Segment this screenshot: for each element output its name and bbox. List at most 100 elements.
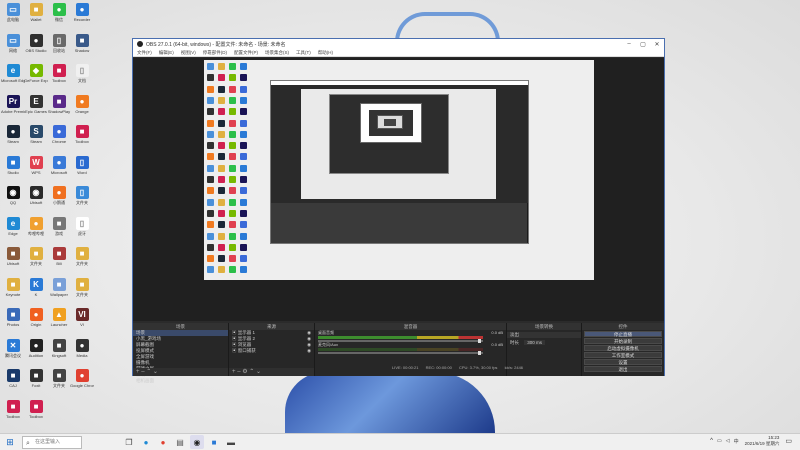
app-taskbar-icon[interactable]: ▬ (224, 435, 238, 449)
notification-icon[interactable]: ▭ (785, 437, 792, 445)
desktop-icon[interactable]: ● Media (70, 338, 94, 358)
desktop-icon[interactable]: ● Audition (24, 338, 48, 358)
down-icon[interactable]: ⌄ (153, 369, 158, 375)
menu-item[interactable]: 配置文件(P) (234, 50, 258, 56)
edge-taskbar-icon[interactable]: ● (139, 435, 153, 449)
close-icon[interactable]: ✕ (650, 41, 664, 48)
menu-item[interactable]: 帮助(H) (318, 50, 333, 56)
source-item[interactable]: ▣ 窗口捕获 ◉ (229, 348, 314, 354)
remove-icon[interactable]: – (141, 369, 144, 375)
desktop-icon[interactable]: ● OBS Studio (24, 33, 48, 53)
desktop-icon[interactable]: ■ Studio (1, 155, 25, 175)
desktop-icon[interactable]: ● Origin (24, 308, 48, 327)
desktop-icon[interactable]: ◉ QQ (1, 186, 25, 205)
desktop-icon[interactable]: ● Recorder (70, 3, 94, 22)
desktop-icon[interactable]: ■ Keynote (1, 277, 25, 297)
desktop-icon[interactable]: ● Microsoft (47, 155, 71, 175)
explorer-taskbar-icon[interactable]: ▤ (173, 435, 187, 449)
desktop-icon[interactable]: ▲ Launcher (47, 308, 71, 327)
desktop-icon[interactable]: ■ Wallpaper (47, 277, 71, 297)
obs-title-bar[interactable]: OBS 27.0.1 (64-bit, windows) - 配置文件: 未命名… (133, 39, 664, 49)
desktop-icon[interactable]: ▯ 文件夹 (70, 186, 94, 205)
obs-taskbar-icon[interactable]: ◉ (190, 435, 204, 449)
menu-item[interactable]: 停靠部件(D) (203, 50, 227, 56)
desktop-icon[interactable]: ■ 文件夹 (47, 369, 71, 388)
desktop-icon[interactable]: ◉ Ubisoft (24, 186, 48, 205)
add-icon[interactable]: + (232, 369, 236, 375)
maximize-icon[interactable]: ▢ (636, 41, 650, 48)
desktop-icon[interactable]: KK (24, 277, 48, 297)
app-taskbar-icon[interactable]: ■ (207, 435, 221, 449)
control-button[interactable]: 工作室模式 (584, 352, 662, 358)
chrome-taskbar-icon[interactable]: ● (156, 435, 170, 449)
desktop-icon[interactable]: ●Google Chrome (70, 369, 94, 388)
desktop-icon[interactable]: eMicrosoft Edge (1, 64, 25, 83)
slider-knob[interactable] (478, 339, 481, 343)
desktop-icon[interactable]: ◆GeForce Experience (24, 64, 48, 83)
up-icon[interactable]: ⌃ (146, 369, 151, 375)
desktop-icon[interactable]: ■ 文件夹 (70, 277, 94, 297)
transition-select[interactable]: 淡出 (507, 332, 581, 338)
eye-icon[interactable]: ◉ (307, 348, 311, 354)
desktop-icon[interactable]: ■ CAJ (1, 369, 25, 388)
desktop-icon[interactable]: ■ Foxit (24, 369, 48, 388)
volume-slider[interactable] (318, 339, 483, 343)
control-button[interactable]: 停止直播 (584, 331, 662, 337)
desktop-icon[interactable]: ■ Wallet (24, 3, 48, 22)
control-button[interactable]: 开始录制 (584, 338, 662, 344)
remove-icon[interactable]: – (237, 369, 240, 375)
desktop-icon[interactable]: VI VI (70, 308, 94, 327)
volume-icon[interactable]: ◁ (726, 438, 730, 444)
desktop-icon[interactable]: ● 哔哩哔哩 (24, 216, 48, 236)
transition-duration[interactable]: 时长 300 ms (507, 340, 581, 346)
desktop-icon[interactable]: ● 微信 (47, 3, 71, 22)
add-icon[interactable]: + (136, 369, 140, 375)
desktop-icon[interactable]: ▭ 网络 (1, 33, 25, 53)
desktop-icon[interactable]: ● Orange (70, 94, 94, 114)
slider-knob[interactable] (478, 351, 481, 355)
desktop-icon[interactable]: E Epic Games (24, 94, 48, 114)
desktop-icon[interactable]: ▯ 虎牙 (70, 216, 94, 236)
desktop-icon[interactable]: ■ Ubisoft (1, 247, 25, 266)
desktop-icon[interactable]: ■ Photos (1, 308, 25, 327)
menu-item[interactable]: 编辑(E) (159, 50, 174, 56)
windows-start-icon[interactable]: ⊞ (0, 434, 20, 450)
control-button[interactable]: 设置 (584, 359, 662, 365)
desktop-icon[interactable]: PrAdobe Premiere (1, 94, 25, 114)
obs-preview[interactable] (133, 58, 664, 321)
desktop-icon[interactable]: ■ 游戏 (47, 216, 71, 236)
control-button[interactable]: 启动虚拟摄像机 (584, 345, 662, 351)
menu-item[interactable]: 工具(T) (296, 50, 311, 56)
desktop-icon[interactable]: ▯ Word (70, 155, 94, 175)
desktop-icon[interactable]: ▯ 回收站 (47, 33, 71, 53)
ime-indicator[interactable]: 中 (734, 438, 739, 445)
gear-icon[interactable]: ⚙ (242, 369, 247, 375)
clock[interactable]: 15:23 2021/6/19 星期六 (745, 435, 780, 447)
desktop-icon[interactable]: ■ Toolbox (47, 64, 71, 83)
desktop-icon[interactable]: ■ Toolbox (70, 125, 94, 144)
desktop-icon[interactable]: ● Chrome (47, 125, 71, 144)
desktop-icon[interactable]: ● 小鹅通 (47, 186, 71, 205)
down-icon[interactable]: ⌄ (256, 369, 261, 375)
desktop-icon[interactable]: ■ 文件夹 (24, 247, 48, 266)
control-button[interactable]: 退出 (584, 366, 662, 372)
menu-item[interactable]: 场景集合(S) (265, 50, 289, 56)
desktop-icon[interactable]: ▭ 此电脑 (1, 3, 25, 22)
desktop-icon[interactable]: ■ 文件夹 (70, 247, 94, 266)
desktop-icon[interactable]: ▯ 文档 (70, 64, 94, 83)
menu-item[interactable]: 文件(F) (137, 50, 152, 56)
desktop-icon[interactable]: e Edge (1, 216, 25, 236)
up-icon[interactable]: ⌃ (249, 369, 254, 375)
desktop-icon[interactable]: ■ Toolbox (1, 399, 25, 419)
menu-item[interactable]: 视图(V) (181, 50, 196, 56)
desktop-icon[interactable]: ● Steam (1, 125, 25, 144)
desktop-icon[interactable]: ■ Kingsoft (47, 338, 71, 358)
taskbar-search[interactable]: ⌕ 在这里输入 (22, 435, 82, 449)
tray-expand-icon[interactable]: ^ (710, 438, 713, 444)
desktop-icon[interactable]: ■ Bili (47, 247, 71, 266)
duration-field[interactable]: 300 ms (524, 340, 546, 345)
desktop-icon[interactable]: S Steam (24, 125, 48, 144)
obs-window[interactable]: OBS 27.0.1 (64-bit, windows) - 配置文件: 未命名… (132, 38, 665, 383)
desktop-icon[interactable]: W WPS (24, 155, 48, 175)
desktop-icon[interactable]: ■ ShadowPlay (47, 94, 71, 114)
